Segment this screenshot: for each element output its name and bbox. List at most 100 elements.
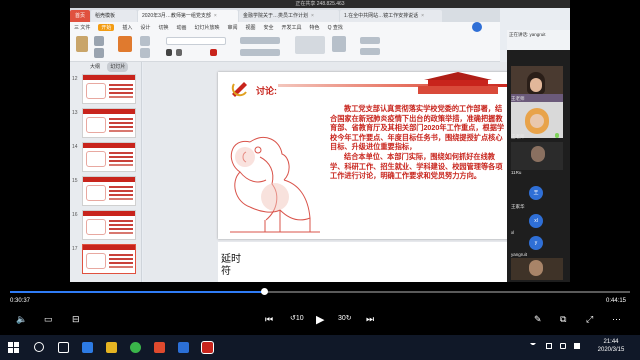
tab-docer-templates[interactable]: 稻壳模板: [91, 10, 137, 22]
font-color-icon[interactable]: [210, 49, 217, 56]
slide-thumbnail[interactable]: 16: [70, 210, 142, 242]
find-icon[interactable]: [360, 37, 380, 44]
tab-home[interactable]: 首页: [70, 10, 90, 22]
tab-outline[interactable]: 大纲: [90, 64, 100, 70]
menu-home[interactable]: 开始: [98, 23, 115, 31]
previous-icon[interactable]: ⏮: [265, 314, 273, 325]
tab-document-2[interactable]: 金融学院关于…类员工作计划 ×: [239, 10, 339, 22]
close-icon[interactable]: ×: [421, 13, 424, 19]
document-tabs: 首页 稻壳模板 2020年3月…教师第一组党支部 × 金融学院关于…类员工作计划 ×…: [70, 8, 500, 22]
menu-security[interactable]: 安全: [264, 24, 274, 31]
play-button[interactable]: ▶: [316, 313, 324, 326]
menu-review[interactable]: 审阅: [227, 24, 237, 31]
skip-forward-seconds: 30: [338, 315, 346, 322]
discussion-paragraph-1: 教工党支部认真贯彻落实学校党委的工作部署，结合国家在新冠肺炎疫情下出台的政策举措…: [330, 104, 505, 152]
slide-number: 12: [72, 76, 78, 82]
party-emblem-icon: [228, 78, 252, 98]
participant-video[interactable]: [511, 142, 563, 170]
arrange-icon[interactable]: [332, 36, 346, 52]
menu-features[interactable]: 特色: [310, 24, 320, 31]
task-view-icon[interactable]: [58, 342, 69, 353]
participant-avatar[interactable]: 王: [529, 186, 543, 200]
windows-start-icon[interactable]: [8, 342, 19, 353]
paste-icon[interactable]: [76, 36, 88, 52]
slide-thumbnail[interactable]: 14: [70, 142, 142, 174]
meeting-participants-panel: 正在讲话: yangruit 王老师 王老师 11Ru 王 王家华 xl xl …: [507, 30, 570, 282]
current-slide[interactable]: 讨论: 教工党支部认真贯彻落实学校党委的工作部署，结合国家在新冠肺炎疫情下出台的…: [218, 72, 514, 239]
wps-office-icon[interactable]: [154, 342, 165, 353]
audio-track-icon[interactable]: ⊟: [72, 314, 80, 325]
participant-avatar[interactable]: y: [529, 236, 543, 250]
bullets-icon[interactable]: [240, 49, 280, 56]
user-avatar-icon[interactable]: [472, 22, 482, 32]
search-icon[interactable]: [34, 342, 44, 352]
speaking-indicator: 正在讲话: yangruit: [507, 30, 570, 50]
volume-tray-icon[interactable]: [560, 343, 566, 349]
edit-icon[interactable]: ✎: [534, 314, 542, 325]
cut-icon[interactable]: [94, 36, 104, 46]
new-slide-icon[interactable]: [118, 36, 132, 52]
tab-slides[interactable]: 幻灯片: [107, 62, 129, 72]
replace-icon[interactable]: [360, 48, 380, 55]
thumbnail-image: [82, 244, 136, 274]
thumbnail-image: [82, 142, 136, 172]
close-icon[interactable]: ×: [311, 13, 314, 19]
thumbnail-image: [82, 74, 136, 104]
miniview-icon[interactable]: ⧉: [560, 314, 566, 325]
menu-developer[interactable]: 开发工具: [282, 24, 302, 31]
chrome-icon[interactable]: [130, 342, 141, 353]
menu-transitions[interactable]: 切换: [158, 24, 168, 31]
slide-thumbnail[interactable]: 15: [70, 176, 142, 208]
thumbnail-image: [82, 210, 136, 240]
tab-current-presentation[interactable]: 2020年3月…教师第一组党支部 ×: [138, 10, 238, 22]
skip-forward-button[interactable]: 30↻: [338, 314, 352, 322]
next-icon[interactable]: ⏭: [366, 314, 374, 325]
slide-editor: 讨论: 教工党支部认真贯彻落实学校党委的工作部署，结合国家在新冠肺炎疫情下出台的…: [143, 62, 515, 296]
menu-design[interactable]: 设计: [140, 24, 150, 31]
menu-slideshow[interactable]: 幻灯片放映: [194, 24, 219, 31]
menu-view[interactable]: 视图: [246, 24, 256, 31]
menu-search[interactable]: Q 查找: [328, 24, 343, 31]
skip-back-button[interactable]: ↺10: [290, 314, 304, 322]
lion-statue-illustration: [230, 137, 320, 233]
participant-name: xl: [511, 230, 515, 235]
menu-animation[interactable]: 动画: [176, 24, 186, 31]
bold-icon[interactable]: [166, 49, 172, 56]
more-options-icon[interactable]: ⋯: [612, 314, 621, 325]
fullscreen-icon[interactable]: ⤢: [586, 314, 593, 325]
video-player-icon[interactable]: [201, 341, 214, 354]
seek-bar[interactable]: [10, 291, 630, 293]
edge-icon[interactable]: [82, 342, 93, 353]
shapes-icon[interactable]: [295, 36, 325, 54]
subtitles-icon[interactable]: ▭: [44, 314, 53, 325]
elapsed-time: 0:30:37: [10, 298, 31, 304]
notes-pane[interactable]: [218, 242, 514, 282]
tab-document-3[interactable]: 1.在全中共网站…镜工作安排说话 ×: [340, 10, 442, 22]
participant-avatar[interactable]: xl: [529, 214, 543, 228]
menu-file[interactable]: 三 文件: [74, 24, 90, 31]
close-icon[interactable]: ×: [214, 13, 217, 19]
volume-icon[interactable]: 🔈: [16, 314, 27, 325]
slide-thumbnail[interactable]: 13: [70, 108, 142, 140]
copy-icon[interactable]: [94, 48, 104, 58]
file-explorer-icon[interactable]: [106, 342, 117, 353]
reset-icon[interactable]: [140, 48, 150, 58]
network-icon[interactable]: [546, 343, 552, 349]
participant-video[interactable]: [511, 258, 563, 280]
layout-icon[interactable]: [140, 36, 150, 46]
word-icon[interactable]: [178, 342, 189, 353]
italic-icon[interactable]: [176, 49, 182, 56]
slide-number: 17: [72, 246, 78, 252]
font-box[interactable]: [166, 37, 226, 45]
slide-thumbnail[interactable]: 12: [70, 74, 142, 106]
slide-number: 14: [72, 144, 78, 150]
menu-insert[interactable]: 插入: [122, 24, 132, 31]
shared-screen: 正在共享 248.825.463 首页 稻壳模板 2020年3月…教师第一组党支…: [70, 0, 570, 296]
slide-thumbnail-selected[interactable]: 17: [70, 244, 142, 276]
input-method-icon[interactable]: [574, 343, 580, 349]
screen: 正在共享 248.825.463 首页 稻壳模板 2020年3月…教师第一组党支…: [0, 0, 640, 360]
mic-active-icon: [555, 133, 559, 138]
show-hidden-icons-icon[interactable]: [530, 343, 536, 349]
align-icon[interactable]: [240, 37, 280, 44]
system-clock[interactable]: 21:44 2020/3/15: [585, 338, 637, 354]
